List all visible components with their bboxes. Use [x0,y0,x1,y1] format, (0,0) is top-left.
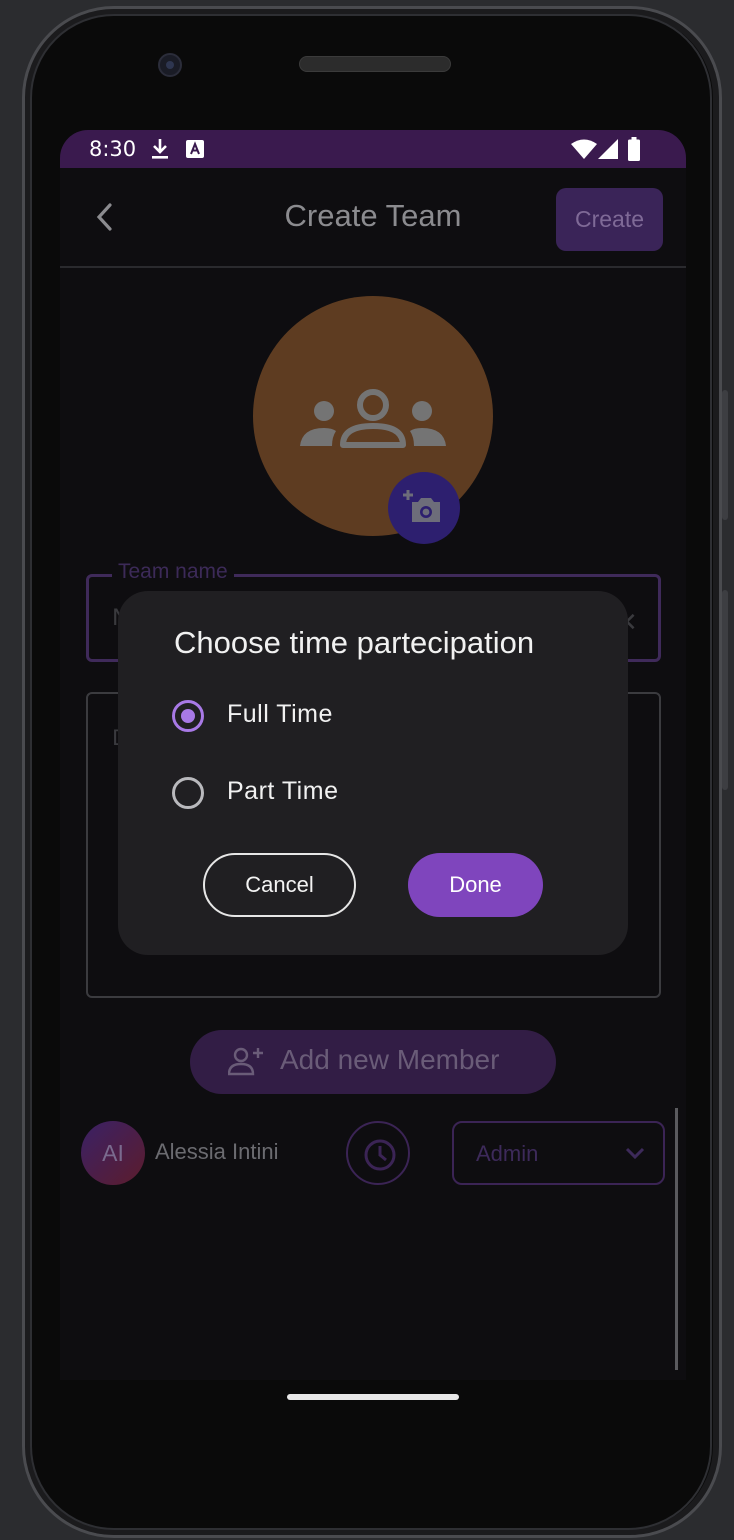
add-photo-icon [403,490,440,522]
app-bar: Create Team Create [60,168,686,268]
status-time: 8:30 [89,137,137,161]
chevron-down-icon [625,1147,645,1160]
group-icon [300,389,446,448]
status-bar: 8:30 [60,130,686,168]
member-avatar: AI [81,1121,145,1185]
earpiece-speaker [299,56,451,72]
clock-icon [364,1139,396,1171]
scrollbar[interactable] [675,1108,678,1370]
option-part-time[interactable]: Part Time [172,773,552,813]
team-name-label: Team name [112,560,234,584]
add-photo-button[interactable] [388,472,460,544]
keyboard-a-icon [186,140,204,158]
wifi-icon [571,139,597,159]
option-full-time[interactable]: Full Time [172,696,552,736]
add-person-icon [228,1047,263,1076]
add-member-button[interactable]: Add new Member [190,1030,556,1094]
role-dropdown[interactable]: Admin [452,1121,665,1185]
done-button[interactable]: Done [408,853,543,917]
download-icon [152,139,168,159]
option-label: Part Time [227,777,339,805]
add-member-label: Add new Member [280,1044,500,1075]
time-participation-dialog: Choose time partecipation Full Time Part… [118,591,628,955]
radio-selected-icon[interactable] [172,700,204,732]
front-camera [158,53,182,77]
option-label: Full Time [227,700,333,728]
home-indicator[interactable] [287,1394,459,1400]
battery-icon [628,137,640,161]
role-value: Admin [476,1141,539,1166]
radio-unselected-icon[interactable] [172,777,204,809]
member-name: Alessia Intini [155,1139,279,1164]
create-button[interactable]: Create [556,188,663,251]
time-participation-button[interactable] [346,1121,410,1185]
cancel-button[interactable]: Cancel [203,853,356,917]
volume-button [722,590,728,790]
power-button [722,390,728,520]
dialog-title: Choose time partecipation [174,625,535,660]
signal-icon [598,139,618,159]
